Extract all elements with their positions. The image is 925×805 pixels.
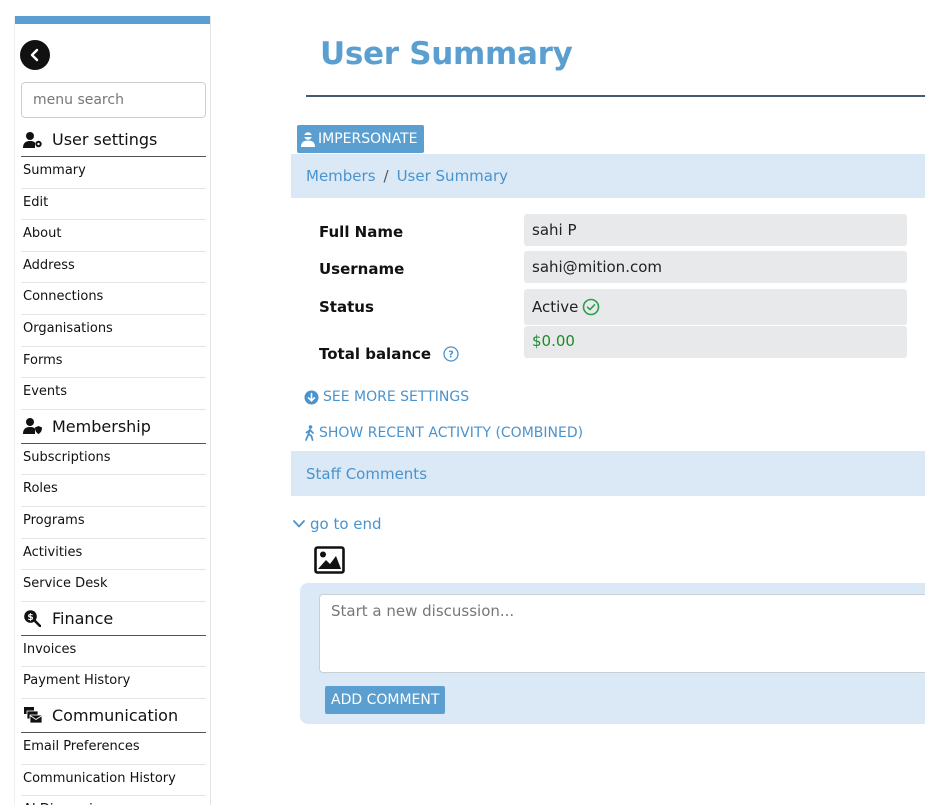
comment-panel: ADD COMMENT — [300, 583, 925, 724]
main-content: User Summary IMPERSONATE Members / User … — [290, 0, 925, 805]
back-button[interactable] — [20, 40, 50, 70]
chevron-down-icon — [293, 520, 305, 528]
sidebar-item-service-desk[interactable]: Service Desk — [21, 570, 206, 602]
sidebar-item-programs[interactable]: Programs — [21, 507, 206, 539]
field-value: sahi P — [524, 214, 907, 246]
user-secret-icon — [301, 131, 315, 147]
status-value: Active — [524, 289, 907, 325]
new-discussion-input[interactable] — [319, 594, 925, 673]
add-comment-button[interactable]: ADD COMMENT — [325, 686, 446, 714]
sidebar-item-ai-discussions[interactable]: AI Discussions — [21, 796, 206, 805]
field-label: Username — [319, 260, 405, 278]
sidebar-item-invoices[interactable]: Invoices — [21, 636, 206, 668]
check-circle-icon — [583, 298, 600, 316]
section-title: Finance — [52, 608, 114, 628]
sidebar-accent-bar — [15, 16, 210, 24]
field-full-name: Full Name sahi P — [319, 214, 907, 246]
breadcrumb-separator: / — [383, 167, 389, 185]
menu-search-input[interactable] — [21, 82, 206, 118]
sidebar-item-about[interactable]: About — [21, 220, 206, 252]
field-value: sahi@mition.com — [524, 251, 907, 283]
see-more-label: SEE MORE SETTINGS — [323, 389, 470, 405]
sidebar-item-address[interactable]: Address — [21, 252, 206, 284]
sidebar-item-payment-history[interactable]: Payment History — [21, 667, 206, 699]
sidebar-item-activities[interactable]: Activities — [21, 539, 206, 571]
sidebar-item-forms[interactable]: Forms — [21, 347, 206, 379]
arrow-circle-down-icon — [304, 390, 319, 405]
mail-bulk-icon — [23, 706, 43, 724]
section-title: Communication — [52, 705, 179, 725]
field-username: Username sahi@mition.com — [319, 251, 907, 283]
page-title: User Summary — [320, 36, 573, 72]
section-user-settings: User settings — [21, 123, 206, 157]
section-finance: $ Finance — [21, 602, 206, 636]
sidebar-item-events[interactable]: Events — [21, 378, 206, 410]
walking-icon — [304, 425, 315, 441]
staff-comments-header[interactable]: Staff Comments — [291, 451, 925, 496]
section-title: User settings — [52, 130, 158, 149]
field-total-balance: Total balance ? $0.00 — [319, 326, 907, 366]
sidebar-item-roles[interactable]: Roles — [21, 475, 206, 507]
sidebar-item-edit[interactable]: Edit — [21, 189, 206, 221]
sidebar: User settings Summary Edit About Address… — [14, 16, 211, 805]
sidebar-item-communication-history[interactable]: Communication History — [21, 765, 206, 797]
recent-activity-label: SHOW RECENT ACTIVITY (COMBINED) — [319, 425, 584, 441]
question-circle-icon[interactable]: ? — [443, 346, 459, 362]
sidebar-item-connections[interactable]: Connections — [21, 283, 206, 315]
field-label: Status — [319, 298, 374, 316]
breadcrumb: Members / User Summary — [291, 154, 925, 198]
sidebar-item-summary[interactable]: Summary — [21, 157, 206, 189]
field-label: Full Name — [319, 223, 404, 241]
field-label: Total balance — [319, 345, 432, 363]
title-divider — [306, 95, 925, 97]
field-status: Status Active — [319, 289, 907, 325]
see-more-settings-link[interactable]: SEE MORE SETTINGS — [304, 389, 469, 405]
sidebar-item-email-preferences[interactable]: Email Preferences — [21, 733, 206, 765]
section-communication: Communication — [21, 699, 206, 733]
user-gear-icon — [23, 131, 43, 149]
balance-value: $0.00 — [524, 326, 907, 358]
section-membership: Membership — [21, 410, 206, 444]
section-title: Membership — [52, 416, 151, 436]
field-label-wrap: Total balance ? — [319, 329, 524, 363]
breadcrumb-members[interactable]: Members — [306, 167, 376, 185]
go-to-end-label: go to end — [310, 515, 382, 533]
search-dollar-icon: $ — [23, 609, 43, 628]
svg-text:?: ? — [448, 350, 454, 361]
image-icon[interactable] — [314, 546, 345, 578]
impersonate-label: IMPERSONATE — [318, 131, 418, 147]
status-text: Active — [532, 298, 579, 316]
sidebar-item-subscriptions[interactable]: Subscriptions — [21, 444, 206, 476]
chevron-left-icon — [30, 48, 39, 62]
sidebar-menu: User settings Summary Edit About Address… — [21, 123, 206, 805]
sidebar-item-organisations[interactable]: Organisations — [21, 315, 206, 347]
show-recent-activity-link[interactable]: SHOW RECENT ACTIVITY (COMBINED) — [304, 425, 583, 441]
breadcrumb-user-summary[interactable]: User Summary — [397, 167, 508, 185]
go-to-end-link[interactable]: go to end — [292, 515, 382, 533]
impersonate-button[interactable]: IMPERSONATE — [297, 125, 424, 153]
svg-text:$: $ — [27, 613, 33, 623]
user-shield-icon — [23, 417, 43, 435]
